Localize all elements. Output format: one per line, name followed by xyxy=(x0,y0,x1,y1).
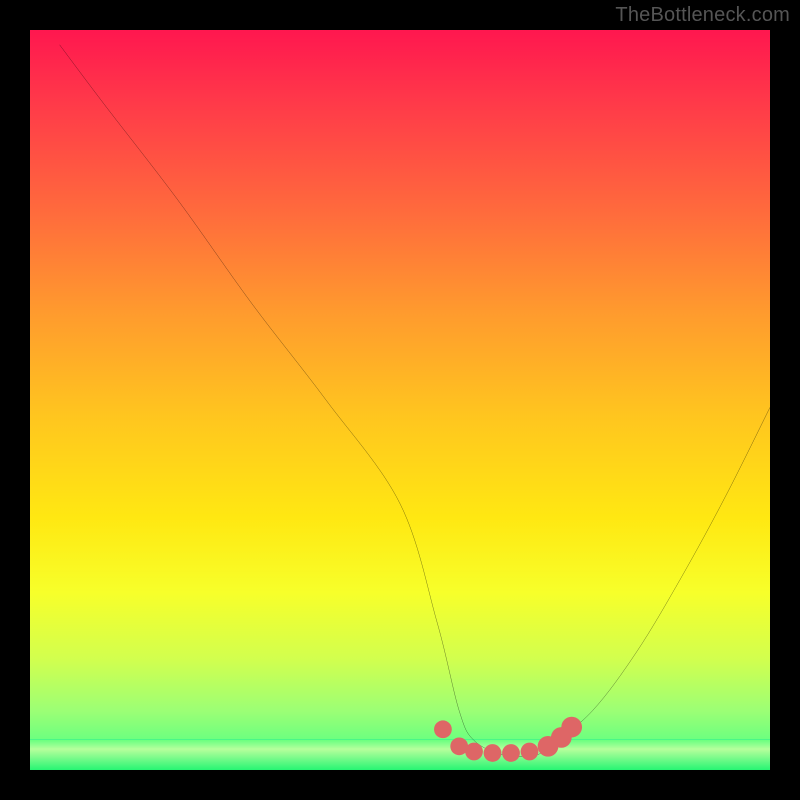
marker-dot xyxy=(502,744,520,762)
watermark-text: TheBottleneck.com xyxy=(615,4,790,27)
chart-frame: TheBottleneck.com xyxy=(0,0,800,800)
marker-dot xyxy=(465,743,483,761)
curve-svg xyxy=(30,30,770,770)
marker-dot xyxy=(561,717,582,738)
curve-markers xyxy=(434,717,582,762)
marker-dot xyxy=(484,744,502,762)
marker-dot xyxy=(521,743,539,761)
bottleneck-curve xyxy=(60,45,770,757)
marker-dot xyxy=(434,720,452,738)
plot-area xyxy=(30,30,770,770)
